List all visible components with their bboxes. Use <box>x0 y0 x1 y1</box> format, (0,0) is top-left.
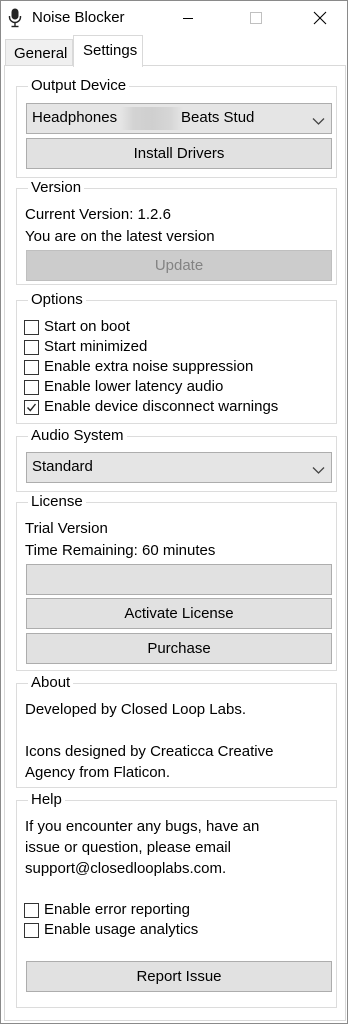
version-group: Version Current Version: 1.2.6 You are o… <box>16 178 337 285</box>
activate-license-button[interactable]: Activate License <box>26 598 332 629</box>
audio-system-legend: Audio System <box>28 426 127 446</box>
error-reporting-checkbox[interactable]: Enable error reporting <box>24 900 190 920</box>
license-legend: License <box>28 492 86 512</box>
version-status-text: You are on the latest version <box>25 228 215 245</box>
tab-strip: General Settings <box>1 35 347 67</box>
update-button[interactable]: Update <box>26 250 332 281</box>
report-issue-button[interactable]: Report Issue <box>26 961 332 992</box>
lower-latency-audio-checkbox[interactable]: Enable lower latency audio <box>24 377 223 397</box>
support-email-text: support@closedlooplabs.com. <box>25 860 227 877</box>
checkbox-box[interactable] <box>24 319 39 335</box>
usage-analytics-checkbox[interactable]: Enable usage analytics <box>24 920 198 940</box>
help-group: Help If you encounter any bugs, have an … <box>16 790 337 1008</box>
start-minimized-checkbox[interactable]: Start minimized <box>24 337 147 357</box>
checkbox-label: Enable extra noise suppression <box>44 358 254 375</box>
maximize-button[interactable] <box>233 1 279 35</box>
about-icons-credit-text: Icons designed by Creaticca Creative <box>25 743 274 760</box>
current-version-text: Current Version: 1.2.6 <box>25 206 171 223</box>
device-disconnect-warnings-checkbox[interactable]: Enable device disconnect warnings <box>24 397 278 417</box>
close-icon <box>313 11 327 25</box>
start-on-boot-checkbox[interactable]: Start on boot <box>24 317 130 337</box>
time-remaining-text: Time Remaining: 60 minutes <box>25 542 216 559</box>
help-legend: Help <box>28 790 65 810</box>
checkbox-label: Start minimized <box>44 338 148 355</box>
options-group: Options Start on boot Start minimized En… <box>16 290 337 424</box>
checkbox-box[interactable] <box>24 399 39 415</box>
chevron-down-icon <box>312 113 325 130</box>
checkbox-box[interactable] <box>24 902 39 918</box>
checkbox-box[interactable] <box>24 922 39 938</box>
about-icons-credit-text-2: Agency from Flaticon. <box>25 764 171 781</box>
about-group: About Developed by Closed Loop Labs. Ico… <box>16 673 337 788</box>
checkbox-label: Enable usage analytics <box>44 921 199 938</box>
settings-panel: Output Device Headphones Beats Stud Inst… <box>4 65 346 1021</box>
close-button[interactable] <box>297 1 343 35</box>
checkbox-label: Enable error reporting <box>44 901 190 918</box>
install-drivers-button[interactable]: Install Drivers <box>26 138 332 169</box>
help-text-line-1: If you encounter any bugs, have an <box>25 818 260 835</box>
microphone-icon <box>8 8 22 28</box>
checkbox-box[interactable] <box>24 379 39 395</box>
license-key-input[interactable] <box>26 564 332 595</box>
minimize-icon <box>183 18 193 19</box>
tab-settings[interactable]: Settings <box>73 35 143 67</box>
redacted-region <box>121 107 183 130</box>
license-group: License Trial Version Time Remaining: 60… <box>16 492 337 671</box>
extra-noise-suppression-checkbox[interactable]: Enable extra noise suppression <box>24 357 253 377</box>
checkbox-box[interactable] <box>24 359 39 375</box>
output-device-group: Output Device Headphones Beats Stud Inst… <box>16 76 337 178</box>
minimize-button[interactable] <box>165 1 211 35</box>
about-developer-text: Developed by Closed Loop Labs. <box>25 701 246 718</box>
output-device-legend: Output Device <box>28 76 130 96</box>
checkbox-label: Start on boot <box>44 318 130 335</box>
noise-blocker-window: Noise Blocker General Settings Output De… <box>0 0 348 1024</box>
audio-system-dropdown[interactable]: Standard <box>26 452 332 483</box>
license-type-text: Trial Version <box>25 520 108 537</box>
tab-general[interactable]: General <box>5 39 73 66</box>
checkmark-icon <box>26 403 37 412</box>
output-device-value-suffix: Beats Stud <box>181 109 255 126</box>
checkbox-label: Enable lower latency audio <box>44 378 224 395</box>
checkbox-box[interactable] <box>24 339 39 355</box>
output-device-dropdown[interactable]: Headphones Beats Stud <box>26 103 332 134</box>
audio-system-group: Audio System Standard <box>16 426 337 492</box>
chevron-down-icon <box>312 462 325 479</box>
version-legend: Version <box>28 178 85 198</box>
output-device-value: Headphones <box>32 109 118 126</box>
audio-system-value: Standard <box>32 458 93 475</box>
window-title: Noise Blocker <box>32 9 125 26</box>
title-bar[interactable]: Noise Blocker <box>1 1 347 35</box>
maximize-icon <box>250 12 262 24</box>
purchase-button[interactable]: Purchase <box>26 633 332 664</box>
about-legend: About <box>28 673 74 693</box>
options-legend: Options <box>28 290 86 310</box>
help-text-line-2: issue or question, please email <box>25 839 231 856</box>
checkbox-label: Enable device disconnect warnings <box>44 398 279 415</box>
